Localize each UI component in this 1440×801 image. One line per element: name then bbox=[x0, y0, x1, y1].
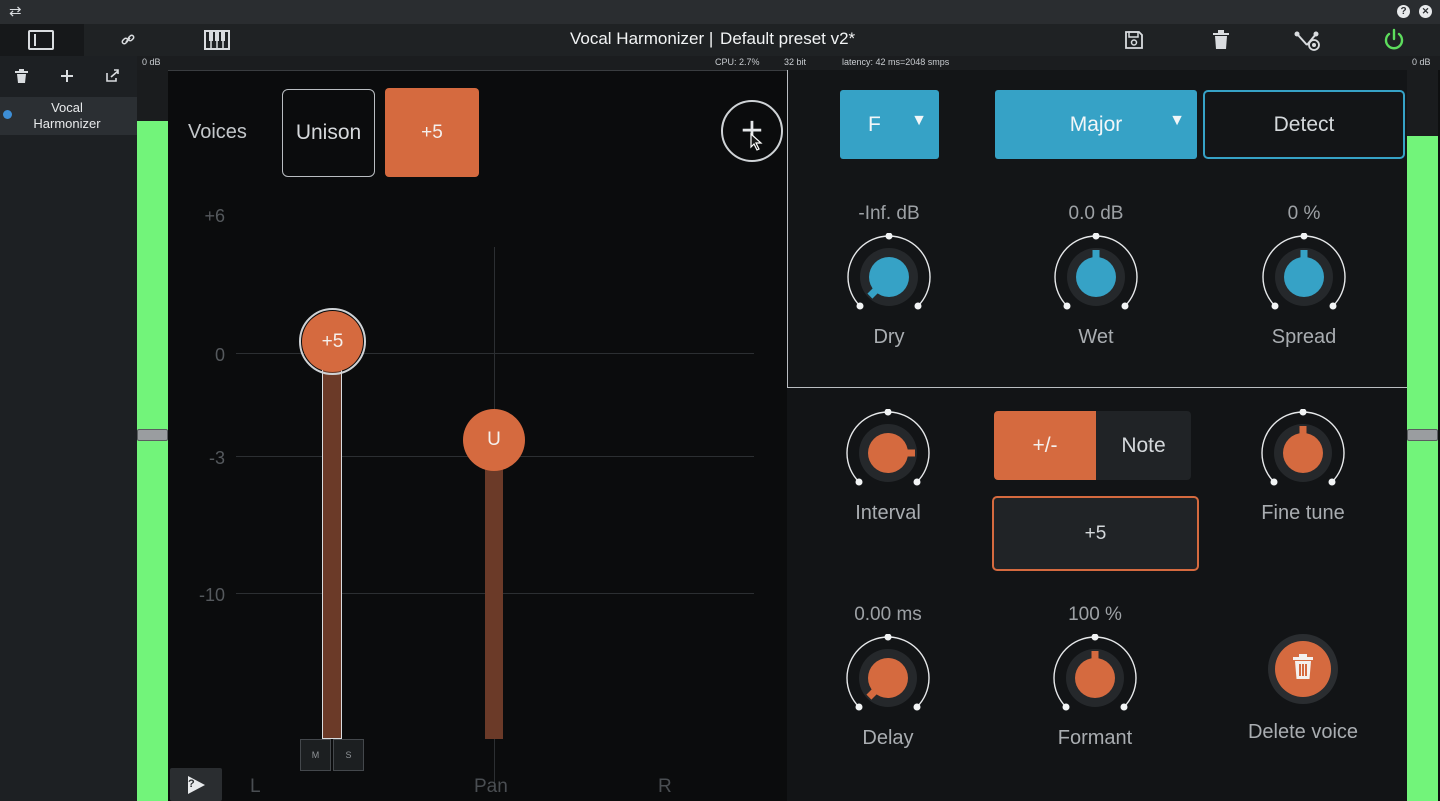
delete-voice-button[interactable] bbox=[1268, 634, 1338, 704]
fine-tune-label: Fine tune bbox=[1261, 502, 1345, 524]
spread-value: 0 % bbox=[1287, 203, 1321, 224]
y-tick-minus3: -3 bbox=[208, 448, 225, 468]
scale-value: Major bbox=[1069, 112, 1123, 136]
voice-a-fader-knob[interactable]: +5 bbox=[302, 311, 363, 372]
right-meter-fill bbox=[1407, 136, 1438, 801]
right-meter-handle[interactable] bbox=[1407, 429, 1438, 441]
export-icon[interactable] bbox=[106, 69, 119, 82]
fine-tune-knob[interactable] bbox=[1259, 409, 1347, 497]
right-level-meter bbox=[1407, 70, 1438, 801]
add-voice-button[interactable]: + bbox=[721, 100, 783, 162]
detect-button[interactable]: Detect bbox=[1203, 90, 1405, 159]
delete-voice-label: Delete voice bbox=[1247, 721, 1359, 743]
routing-icon[interactable] bbox=[1294, 30, 1322, 52]
interval-value-field[interactable]: +5 bbox=[992, 496, 1199, 571]
swap-icon[interactable]: ⇄ bbox=[9, 2, 22, 20]
dry-label: Dry bbox=[873, 326, 905, 348]
delay-label: Delay bbox=[862, 727, 914, 749]
dry-knob[interactable] bbox=[845, 233, 933, 321]
trash-icon[interactable] bbox=[15, 69, 28, 83]
interval-knob[interactable] bbox=[844, 409, 932, 497]
help-question-mark: ? bbox=[188, 778, 195, 790]
left-meter-handle[interactable] bbox=[137, 429, 168, 441]
mute-button[interactable]: M bbox=[300, 739, 331, 771]
sidebar-item-label: Vocal Harmonizer bbox=[33, 100, 101, 131]
root-note-dropdown[interactable]: F ▼ bbox=[840, 90, 939, 159]
chevron-down-icon: ▼ bbox=[911, 112, 927, 129]
spread-knob[interactable] bbox=[1260, 233, 1348, 321]
voice-b-fader-track[interactable] bbox=[485, 465, 503, 739]
formant-label: Formant bbox=[1057, 727, 1133, 749]
voice-button-unison[interactable]: Unison bbox=[282, 89, 375, 177]
active-dot-icon bbox=[3, 110, 12, 119]
close-icon[interactable]: ✕ bbox=[1419, 5, 1432, 18]
link-icon[interactable] bbox=[121, 33, 135, 47]
window-titlebar: ⇄ ? ✕ bbox=[0, 0, 1440, 24]
pan-right-label: R bbox=[658, 776, 672, 797]
sidebar-item-vocal-harmonizer[interactable]: Vocal Harmonizer bbox=[0, 97, 137, 135]
chevron-down-icon: ▼ bbox=[1169, 112, 1185, 129]
cpu-readout: CPU: 2.7% bbox=[715, 57, 760, 67]
info-bar: 0 dB CPU: 2.7% 32 bit latency: 42 ms=204… bbox=[137, 56, 1440, 70]
wet-label: Wet bbox=[1078, 326, 1114, 348]
plugin-header: Vocal Harmonizer | Default preset v2* bbox=[0, 24, 1440, 56]
voice-settings-panel: Interval +/- Note +5 Fine tune 0.00 ms 1… bbox=[787, 388, 1407, 801]
left-level-meter bbox=[137, 70, 168, 801]
pan-left-label: L bbox=[250, 776, 261, 797]
wet-value: 0.0 dB bbox=[1068, 203, 1124, 224]
mouse-cursor-icon bbox=[750, 133, 763, 151]
y-tick-0: 0 bbox=[214, 345, 225, 365]
delay-knob[interactable] bbox=[844, 634, 932, 722]
dry-value: -Inf. dB bbox=[858, 203, 920, 224]
root-note-value: F bbox=[868, 112, 881, 136]
formant-knob[interactable] bbox=[1051, 634, 1139, 722]
power-icon[interactable] bbox=[1382, 28, 1406, 52]
wet-knob[interactable] bbox=[1052, 233, 1140, 321]
y-tick-plus6: +6 bbox=[204, 206, 225, 226]
voice-b-fader-knob[interactable]: U bbox=[463, 409, 525, 471]
plugin-title: Vocal Harmonizer | Default preset v2* bbox=[570, 29, 855, 49]
help-icon[interactable]: ? bbox=[1397, 5, 1410, 18]
scale-dropdown[interactable]: Major ▼ bbox=[995, 90, 1197, 159]
add-icon[interactable] bbox=[61, 70, 73, 82]
keyboard-icon[interactable] bbox=[204, 30, 230, 50]
voices-label: Voices bbox=[188, 121, 247, 143]
help-tour-button[interactable]: ? bbox=[170, 768, 222, 801]
save-icon[interactable] bbox=[1124, 30, 1144, 50]
solo-button[interactable]: S bbox=[333, 739, 364, 771]
latency-readout: latency: 42 ms=2048 smps bbox=[842, 57, 950, 67]
voices-panel: Voices Unison +5 + +6 0 -3 -10 +5 M S U … bbox=[168, 70, 788, 801]
interval-label: Interval bbox=[855, 502, 921, 524]
voice-button-plus5[interactable]: +5 bbox=[385, 88, 479, 177]
trash-icon bbox=[1293, 654, 1313, 679]
sidebar: Vocal Harmonizer bbox=[0, 56, 137, 801]
sidebar-toggle-icon[interactable] bbox=[28, 30, 54, 50]
bit-depth-readout: 32 bit bbox=[784, 57, 807, 67]
right-meter-db: 0 dB bbox=[1412, 57, 1431, 67]
left-meter-db: 0 dB bbox=[142, 57, 161, 67]
left-meter-fill bbox=[137, 121, 168, 801]
plugin-name-text: Vocal Harmonizer | bbox=[570, 29, 714, 48]
y-tick-minus10: -10 bbox=[198, 585, 225, 605]
key-panel: F ▼ Major ▼ Detect -Inf. dB 0.0 dB 0 % D… bbox=[787, 70, 1407, 388]
spread-label: Spread bbox=[1271, 326, 1337, 348]
interval-mode-plusminus[interactable]: +/- bbox=[994, 411, 1096, 480]
pan-label: Pan bbox=[474, 776, 508, 797]
delete-preset-icon[interactable] bbox=[1212, 30, 1230, 50]
voice-a-fader-track[interactable] bbox=[322, 343, 342, 739]
preset-name[interactable]: Default preset v2* bbox=[720, 29, 855, 48]
formant-value: 100 % bbox=[1068, 604, 1122, 625]
interval-mode-note[interactable]: Note bbox=[1096, 411, 1191, 480]
delay-value: 0.00 ms bbox=[854, 604, 922, 625]
